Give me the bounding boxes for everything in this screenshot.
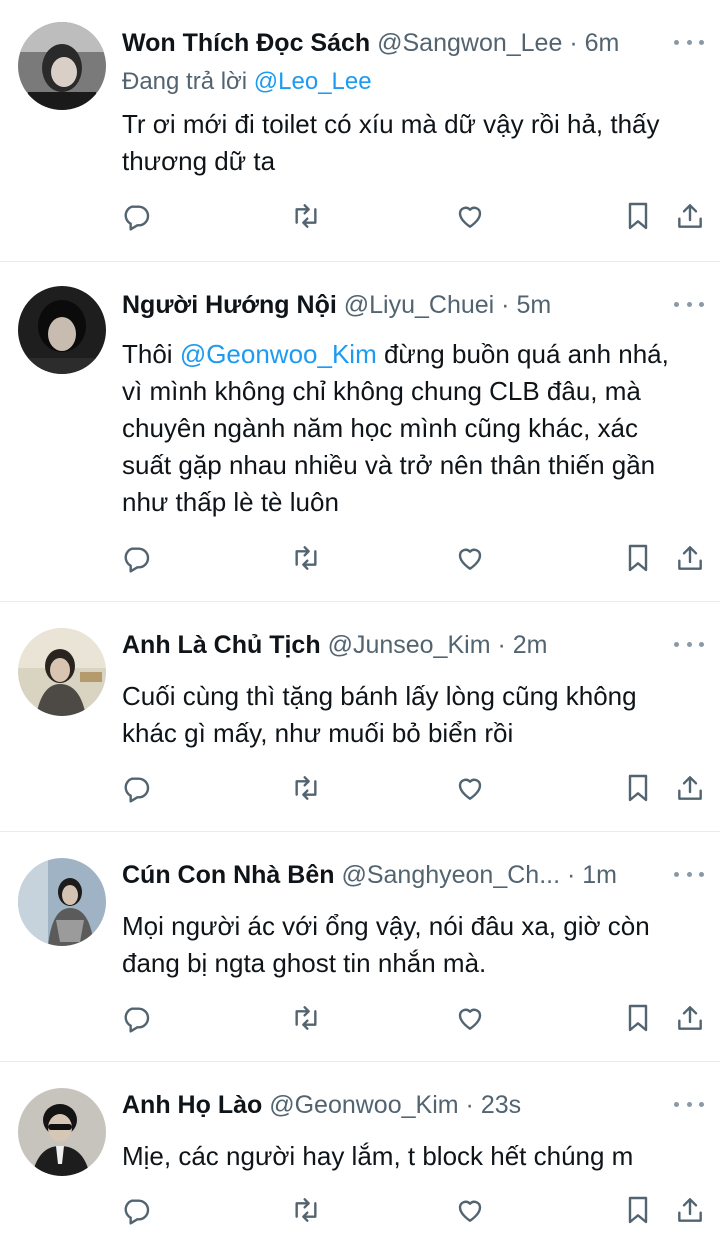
heart-icon[interactable]	[450, 538, 490, 578]
more-icon[interactable]	[674, 632, 704, 656]
retweet-icon[interactable]	[286, 196, 326, 236]
tweet-text-line: khác gì mấy, như muối bỏ biển rồi	[122, 718, 514, 748]
bookmark-icon[interactable]	[618, 538, 658, 578]
handle[interactable]: @Sangwon_Lee	[377, 29, 562, 57]
tweet-text-line: đang bị ngta ghost tin nhắn mà.	[122, 948, 487, 978]
timestamp[interactable]: 1m	[582, 861, 617, 889]
share-icon[interactable]	[670, 998, 710, 1038]
tweet-actions	[0, 196, 720, 236]
reply-icon[interactable]	[116, 1190, 156, 1230]
tweet-header: Anh Là Chủ Tịch @Junseo_Kim · 2m	[122, 628, 630, 662]
retweet-icon[interactable]	[286, 768, 326, 808]
bookmark-icon[interactable]	[618, 768, 658, 808]
reply-icon[interactable]	[116, 998, 156, 1038]
reply-icon[interactable]	[116, 768, 156, 808]
timestamp[interactable]: 6m	[585, 29, 620, 57]
tweet-text-line: Cuối cùng thì tặng bánh lấy lòng cũng kh…	[122, 681, 637, 711]
bookmark-icon[interactable]	[618, 998, 658, 1038]
replying-to: Đang trả lời @Leo_Lee	[122, 66, 372, 98]
reply-icon[interactable]	[116, 538, 156, 578]
tweet-text-line: Thôi @Geonwoo_Kim đừng buồn quá anh nhá,	[122, 336, 702, 373]
tweet-text-line: Mịe, các người hay lắm, t block hết chún…	[122, 1141, 634, 1171]
tweet-text-line: suất gặp nhau nhiều và trở nên thân thiế…	[122, 450, 656, 480]
heart-icon[interactable]	[450, 998, 490, 1038]
display-name[interactable]: Won Thích Đọc Sách	[122, 29, 370, 57]
tweet[interactable]: Anh Họ Lào @Geonwoo_Kim · 23s Mịe, các n…	[0, 1062, 720, 1250]
display-name[interactable]: Anh Là Chủ Tịch	[122, 631, 321, 659]
timestamp[interactable]: 5m	[516, 291, 551, 319]
display-name[interactable]: Anh Họ Lào	[122, 1091, 262, 1119]
timestamp[interactable]: 2m	[513, 631, 548, 659]
tweet-actions	[0, 768, 720, 808]
display-name[interactable]: Người Hướng Nội	[122, 291, 337, 319]
tweet[interactable]: Won Thích Đọc Sách @Sangwon_Lee · 6m Đan…	[0, 0, 720, 262]
tweet[interactable]: Anh Là Chủ Tịch @Junseo_Kim · 2m Cuối cù…	[0, 602, 720, 832]
timestamp[interactable]: 23s	[481, 1091, 521, 1119]
bookmark-icon[interactable]	[618, 1190, 658, 1230]
separator: ·	[465, 1091, 474, 1119]
separator: ·	[567, 861, 576, 889]
tweet-header: Won Thích Đọc Sách @Sangwon_Lee · 6m	[122, 26, 630, 60]
avatar[interactable]	[18, 1088, 106, 1176]
handle[interactable]: @Sanghyeon_Ch...	[341, 861, 560, 889]
separator: ·	[569, 29, 578, 57]
handle[interactable]: @Liyu_Chuei	[344, 291, 494, 319]
reply-icon[interactable]	[116, 196, 156, 236]
retweet-icon[interactable]	[286, 998, 326, 1038]
handle[interactable]: @Geonwoo_Kim	[269, 1091, 458, 1119]
tweet-text-line: Mọi người ác với ổng vậy, nói đâu xa, gi…	[122, 911, 650, 941]
tweet-text: Tr ơi mới đi toilet có xíu mà dữ vậy rồi…	[122, 106, 702, 180]
retweet-icon[interactable]	[286, 538, 326, 578]
text-segment: Thôi	[122, 339, 180, 369]
tweet[interactable]: Cún Con Nhà Bên @Sanghyeon_Ch... · 1m Mọ…	[0, 832, 720, 1062]
tweet-text: Thôi @Geonwoo_Kim đừng buồn quá anh nhá,…	[122, 336, 702, 521]
more-icon[interactable]	[674, 862, 704, 886]
replying-label: Đang trả lời	[122, 68, 248, 95]
tweet[interactable]: Người Hướng Nội @Liyu_Chuei · 5m Thôi @G…	[0, 262, 720, 602]
more-icon[interactable]	[674, 292, 704, 316]
separator: ·	[501, 291, 510, 319]
tweet-header: Cún Con Nhà Bên @Sanghyeon_Ch... · 1m	[122, 858, 630, 892]
share-icon[interactable]	[670, 768, 710, 808]
bookmark-icon[interactable]	[618, 196, 658, 236]
avatar[interactable]	[18, 858, 106, 946]
share-icon[interactable]	[670, 538, 710, 578]
tweet-actions	[0, 998, 720, 1038]
tweet-text-line: thương dữ ta	[122, 146, 276, 176]
tweet-text-line: như thấp lè tè luôn	[122, 487, 339, 517]
tweet-header: Người Hướng Nội @Liyu_Chuei · 5m	[122, 288, 630, 322]
more-icon[interactable]	[674, 30, 704, 54]
tweet-actions	[0, 1190, 720, 1230]
more-icon[interactable]	[674, 1092, 704, 1116]
mention-link[interactable]: @Leo_Lee	[254, 68, 372, 95]
tweet-text-line: Tr ơi mới đi toilet có xíu mà dữ vậy rồi…	[122, 109, 660, 139]
tweet-text: Mịe, các người hay lắm, t block hết chún…	[122, 1138, 702, 1175]
mention-link[interactable]: @Geonwoo_Kim	[180, 339, 377, 369]
tweet-actions	[0, 538, 720, 578]
heart-icon[interactable]	[450, 196, 490, 236]
heart-icon[interactable]	[450, 1190, 490, 1230]
avatar[interactable]	[18, 286, 106, 374]
handle[interactable]: @Junseo_Kim	[328, 631, 491, 659]
tweet-header: Anh Họ Lào @Geonwoo_Kim · 23s	[122, 1088, 630, 1122]
separator: ·	[497, 631, 506, 659]
tweet-text-line: vì mình không chỉ không chung CLB đâu, m…	[122, 376, 641, 406]
avatar[interactable]	[18, 22, 106, 110]
avatar[interactable]	[18, 628, 106, 716]
tweet-text-line: chuyên ngành năm học mình cũng khác, xác	[122, 413, 638, 443]
text-segment: đừng buồn quá anh nhá,	[376, 339, 669, 369]
tweet-text: Mọi người ác với ổng vậy, nói đâu xa, gi…	[122, 908, 702, 982]
share-icon[interactable]	[670, 1190, 710, 1230]
tweet-text: Cuối cùng thì tặng bánh lấy lòng cũng kh…	[122, 678, 702, 752]
retweet-icon[interactable]	[286, 1190, 326, 1230]
display-name[interactable]: Cún Con Nhà Bên	[122, 861, 335, 889]
share-icon[interactable]	[670, 196, 710, 236]
heart-icon[interactable]	[450, 768, 490, 808]
